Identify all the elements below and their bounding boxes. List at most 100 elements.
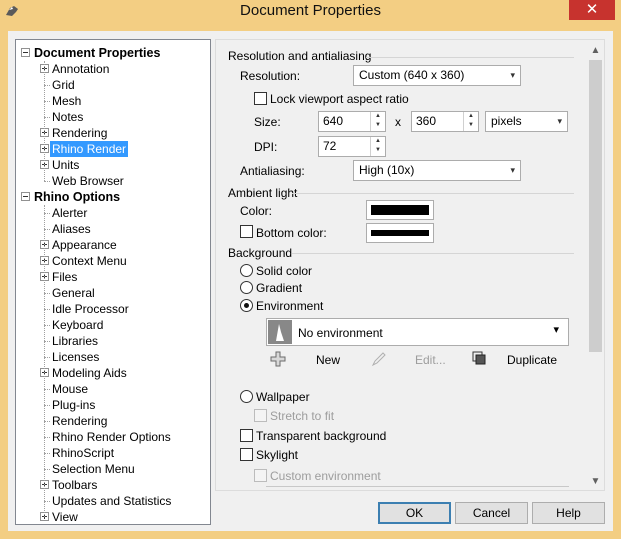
spin-down-icon[interactable]: ▼ <box>371 121 385 130</box>
bottom-color-label: Bottom color: <box>256 226 327 240</box>
tree-item-label: Rhino Options <box>34 190 121 204</box>
tree-item[interactable]: Mouse <box>50 381 90 397</box>
plus-icon[interactable] <box>270 351 286 367</box>
tree-item-label: Aliases <box>52 222 91 236</box>
tree-item-label: Selection Menu <box>52 462 135 476</box>
tree-item[interactable]: Plug-ins <box>50 397 97 413</box>
tree-item-label: Rhino Render Options <box>52 430 171 444</box>
properties-panel: Resolution and antialiasing Resolution: … <box>215 39 605 491</box>
tree-item[interactable]: General <box>50 285 97 301</box>
tree-item[interactable]: Units <box>50 157 81 173</box>
dpi-spinner[interactable]: ▲ ▼ <box>370 137 385 156</box>
options-tree[interactable]: Document Properties Annotation Grid Mesh Not… <box>15 39 211 525</box>
units-dropdown[interactable]: pixels ▾ <box>485 111 568 132</box>
duplicate-icon[interactable] <box>471 350 487 366</box>
tree-item[interactable]: Modeling Aids <box>50 365 129 381</box>
color-fill <box>371 205 429 215</box>
edit-environment-button[interactable]: Edit... <box>415 353 446 367</box>
tree-item[interactable]: Alerter <box>50 205 89 221</box>
ok-button[interactable]: OK <box>378 502 451 524</box>
custom-environment-checkbox[interactable] <box>254 469 267 482</box>
dialog-client: Document Properties Annotation Grid Mesh Not… <box>8 31 613 531</box>
width-input[interactable]: 640 ▲ ▼ <box>318 111 386 132</box>
tree-item-label: Toolbars <box>52 478 98 492</box>
tree-item-label: Alerter <box>52 206 88 220</box>
scrollbar-thumb[interactable] <box>589 60 602 352</box>
spin-down-icon[interactable]: ▼ <box>371 146 385 155</box>
wallpaper-radio[interactable] <box>240 390 253 403</box>
tree-item[interactable]: Licenses <box>50 349 101 365</box>
width-spinner[interactable]: ▲ ▼ <box>370 112 385 131</box>
spin-up-icon[interactable]: ▲ <box>464 112 478 121</box>
solid-color-radio[interactable] <box>240 264 253 277</box>
gradient-radio[interactable] <box>240 281 253 294</box>
height-input[interactable]: 360 ▲ ▼ <box>411 111 479 132</box>
environment-value: No environment <box>298 326 383 340</box>
title-bar[interactable]: Document Properties ✕ <box>0 0 621 24</box>
tree-item[interactable]: Idle Processor <box>50 301 131 317</box>
lock-aspect-label: Lock viewport aspect ratio <box>270 92 409 106</box>
tree-item[interactable]: Toolbars <box>50 477 99 493</box>
transparent-background-checkbox[interactable] <box>240 429 253 442</box>
tree-item-label: Keyboard <box>52 318 104 332</box>
tree-item[interactable]: Rendering <box>50 125 109 141</box>
wallpaper-label: Wallpaper <box>256 390 310 404</box>
tree-item[interactable]: Files <box>50 269 79 285</box>
spin-up-icon[interactable]: ▲ <box>371 137 385 146</box>
close-button[interactable]: ✕ <box>569 0 615 20</box>
tree-item[interactable]: Rhino Render <box>50 141 129 157</box>
scroll-up-icon[interactable]: ▲ <box>587 42 604 59</box>
tree-item[interactable]: Rhino Render Options <box>50 429 173 445</box>
stretch-to-fit-checkbox[interactable] <box>254 409 267 422</box>
ambient-section-header: Ambient light <box>228 186 298 200</box>
tree-item[interactable]: Annotation <box>50 61 111 77</box>
tree-item[interactable]: Context Menu <box>50 253 129 269</box>
tree-item[interactable]: Rendering <box>50 413 109 429</box>
duplicate-environment-button[interactable]: Duplicate <box>507 353 557 367</box>
tree-item[interactable]: View <box>50 509 80 525</box>
tree-item[interactable]: Appearance <box>50 237 119 253</box>
bottom-color-swatch[interactable] <box>366 223 434 243</box>
new-environment-button[interactable]: New <box>316 353 340 367</box>
antialias-dropdown[interactable]: High (10x) ▾ <box>353 160 521 181</box>
spin-up-icon[interactable]: ▲ <box>371 112 385 121</box>
tree-item-label: Licenses <box>52 350 100 364</box>
bottom-color-checkbox[interactable] <box>240 225 253 238</box>
tree-item[interactable]: Updates and Statistics <box>50 493 173 509</box>
tree-item[interactable]: Keyboard <box>50 317 105 333</box>
tree-item[interactable]: Grid <box>50 77 77 93</box>
lock-aspect-checkbox[interactable] <box>254 92 267 105</box>
pencil-icon <box>371 352 386 367</box>
collapse-icon[interactable] <box>21 192 30 201</box>
collapse-icon[interactable] <box>21 48 30 57</box>
environment-radio[interactable] <box>240 299 253 312</box>
tree-item[interactable]: Mesh <box>50 93 83 109</box>
height-spinner[interactable]: ▲ ▼ <box>463 112 478 131</box>
chevron-down-icon: ▾ <box>510 165 515 175</box>
tree-item-label: View <box>52 510 78 524</box>
tree-item[interactable]: Document Properties <box>32 45 162 61</box>
dialog-window: Document Properties ✕ Document Propertie… <box>0 0 621 539</box>
environment-dropdown[interactable]: No environment ▾ <box>266 318 569 346</box>
tree-item[interactable]: RhinoScript <box>50 445 116 461</box>
resolution-dropdown[interactable]: Custom (640 x 360) ▾ <box>353 65 521 86</box>
tree-item[interactable]: Notes <box>50 109 85 125</box>
panel-scrollbar[interactable]: ▲ ▼ <box>587 40 604 490</box>
section-divider <box>292 253 574 254</box>
spin-down-icon[interactable]: ▼ <box>464 121 478 130</box>
tree-item[interactable]: Selection Menu <box>50 461 137 477</box>
tree-item[interactable]: Aliases <box>50 221 93 237</box>
skylight-checkbox[interactable] <box>240 448 253 461</box>
tree-item-label: General <box>52 286 95 300</box>
tree-item[interactable]: Libraries <box>50 333 100 349</box>
dpi-input[interactable]: 72 ▲ ▼ <box>318 136 386 157</box>
scroll-down-icon[interactable]: ▼ <box>587 473 604 490</box>
cancel-button[interactable]: Cancel <box>455 502 528 524</box>
tree-item[interactable]: Web Browser <box>50 173 126 189</box>
tree-item[interactable]: Rhino Options <box>32 189 122 205</box>
help-button[interactable]: Help <box>532 502 605 524</box>
tree-item-label: Rendering <box>52 126 108 140</box>
tree-item-label: Appearance <box>52 238 117 252</box>
ambient-color-swatch[interactable] <box>366 200 434 220</box>
tree-item-label: Grid <box>52 78 75 92</box>
